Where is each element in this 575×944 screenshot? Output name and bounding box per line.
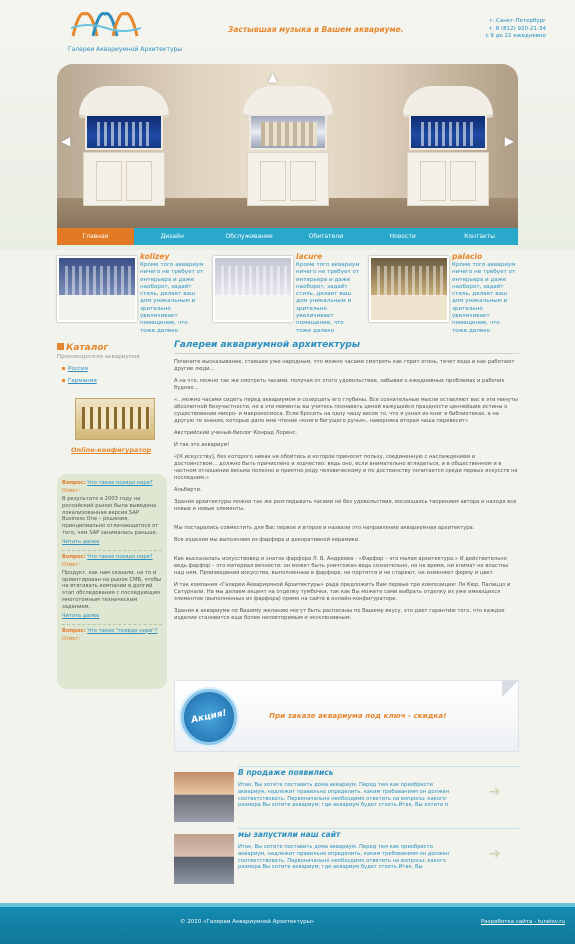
catalog-subtitle: Производители аквариумов (57, 354, 140, 360)
paragraph: Альберти. (174, 487, 202, 493)
arrow-right-icon[interactable]: ▶ (505, 134, 514, 148)
paragraph: Как высказалась искусствовед и знаток фа… (174, 556, 509, 576)
site-header: Галереи Аквариумной Архитектуры Застывша… (0, 0, 575, 60)
contact-hours: с 9 до 22 ежедневно (485, 33, 546, 39)
catalog-item-germany[interactable]: Германия (62, 378, 97, 384)
footer-developer-link[interactable]: Разработка сайта - turatov.ru (481, 919, 565, 925)
feature-image[interactable] (369, 256, 449, 322)
hero-aquarium-left (79, 86, 169, 206)
feature-palacio: palacio Кроме того аквариум ничего не тр… (369, 252, 519, 334)
news-image[interactable] (174, 772, 234, 822)
hero-aquarium-right (403, 86, 493, 206)
nav-item-service[interactable]: Обслуживание (211, 228, 288, 245)
nav-item-design[interactable]: Дизайн (134, 228, 211, 245)
paragraph: И так компания «Галереи Аквариумной Архи… (174, 582, 511, 602)
news-title[interactable]: В продаже появились (238, 768, 333, 777)
faq-question-link[interactable]: Что такое псевдо норе? (87, 480, 152, 486)
paragraph: Здания в аквариуме по Вашему желанию мог… (174, 608, 505, 621)
faq-answer-text: В результате в 2003 году на российский р… (62, 496, 159, 536)
faq-answer-label: Ответ: (62, 488, 81, 494)
arrow-left-icon[interactable]: ◀ (61, 134, 70, 148)
nav-item-home[interactable]: Главная (57, 228, 134, 245)
main-content: Галереи аквариумной архитектуры Почините… (174, 340, 519, 622)
paragraph: Все изделия мы выполняем из фарфора и де… (174, 537, 360, 543)
main-nav: Главная Дизайн Обслуживание Обитатели Но… (57, 228, 518, 245)
footer-copyright: © 2010 «Галереи Аквариумной Архитектуры» (180, 919, 315, 925)
paragraph: Здания архитектуры можно так же разгляды… (174, 499, 517, 512)
contact-phone: т. 8 (812) 920-21-34 (489, 25, 546, 32)
faq-question-link[interactable]: Что такое "псевдо норе"? (87, 628, 157, 634)
faq-question: Вопрос: Что такое псевдо норе? (62, 553, 153, 560)
feature-image[interactable] (213, 256, 293, 322)
feature-lacure: lacure Кроме того аквариум ничего не тре… (213, 252, 363, 334)
news-divider (238, 828, 519, 829)
paragraph: Мы постарались совместить для Вас первое… (174, 525, 475, 531)
feature-image[interactable] (57, 256, 137, 322)
catalog-title: Каталог (57, 343, 108, 353)
paragraph: Почините высказывание, ставшее уже народ… (174, 359, 515, 372)
news-divider (238, 766, 519, 767)
logo[interactable]: Галереи Аквариумной Архитектуры (66, 8, 182, 56)
feature-text: Кроме того аквариум ничего не требует от… (296, 262, 360, 334)
news-image[interactable] (174, 834, 234, 884)
contacts-block: г. Санкт-Петербург т. 8 (812) 920-21-34 … (486, 18, 546, 41)
catalog-item-russia[interactable]: Россия (62, 366, 88, 372)
paragraph: «[К искусству], без которого никак не об… (174, 454, 518, 481)
faq-answer-text: Продукт, как нам сказали, на то и ориент… (62, 569, 162, 610)
faq-question: Вопрос: Что такое "псевдо норе"? (62, 627, 158, 634)
promo-banner[interactable]: Акция! При заказе аквариума под ключ - с… (174, 680, 519, 752)
hero-slideshow: ◀ ▶ ▲ (57, 64, 518, 228)
feature-title[interactable]: palacio (452, 252, 482, 261)
news-item: В продаже появились Итак, Вы хотите пост… (174, 766, 519, 824)
promo-badge: Акция! (181, 689, 237, 745)
nav-item-contacts[interactable]: Контакты (441, 228, 518, 245)
faq-question: Вопрос: Что такое псевдо норе? (62, 480, 153, 486)
faq-answer-label: Ответ: (62, 561, 81, 568)
faq-box: Вопрос: Что такое псевдо норе? Ответ: В … (57, 474, 167, 689)
configurator-link[interactable]: Online-конфигуратор (71, 446, 151, 454)
faq-answer-label: Ответ: (62, 635, 81, 642)
feature-title[interactable]: lacure (296, 252, 322, 261)
feature-text: Кроме того аквариум ничего не требует от… (140, 262, 204, 334)
paragraph: И так это аквариум! (174, 442, 230, 448)
logo-mark-icon (71, 12, 141, 37)
logo-text: Галереи Аквариумной Архитектуры (68, 46, 183, 53)
feature-title[interactable]: kolizey (140, 252, 169, 261)
feature-text: Кроме того аквариум ничего не требует от… (452, 262, 516, 334)
faq-read-more[interactable]: Читать далее (62, 613, 162, 619)
arrow-up-icon[interactable]: ▲ (268, 70, 277, 84)
faq-question-link[interactable]: Что такое псевдо норе? (87, 554, 152, 560)
promo-text: При заказе аквариума под ключ - скидка! (269, 711, 447, 720)
page-curl-icon (502, 681, 518, 697)
paragraph: «...можно часами сидеть перед аквариумом… (174, 397, 518, 424)
hero-aquarium-center (243, 86, 333, 206)
contact-city: г. Санкт-Петербург (489, 18, 546, 24)
site-footer: © 2010 «Галереи Аквариумной Архитектуры»… (0, 903, 575, 944)
nav-item-news[interactable]: Новости (364, 228, 441, 245)
slogan: Застывшая музыка в Вашем аквариуме. (228, 25, 404, 34)
paragraph: А на что, можно так же смотреть часами, … (174, 378, 505, 391)
news-text: Итак, Вы хотите поставить дома аквариум.… (238, 844, 450, 871)
configurator-image[interactable] (75, 398, 155, 440)
news-title[interactable]: мы запустили наш сайт (238, 830, 340, 839)
paragraph: Австрийский ученый-биолог Конрад Лоренс. (174, 430, 297, 436)
feature-kolizey: kolizey Кроме того аквариум ничего не тр… (57, 252, 207, 334)
faq-read-more[interactable]: Читать далее (62, 539, 162, 545)
nav-item-inhabitants[interactable]: Обитатели (287, 228, 364, 245)
features-row: kolizey Кроме того аквариум ничего не тр… (57, 252, 519, 334)
news-item: мы запустили наш сайт Итак, Вы хотите по… (174, 828, 519, 886)
news-arrow-icon[interactable]: ➜ (489, 784, 507, 800)
news-arrow-icon[interactable]: ➜ (489, 846, 507, 862)
catalog-square-icon (57, 343, 64, 350)
news-text: Итак, Вы хотите поставить дома аквариум.… (238, 782, 450, 809)
page-title: Галереи аквариумной архитектуры (174, 340, 519, 354)
